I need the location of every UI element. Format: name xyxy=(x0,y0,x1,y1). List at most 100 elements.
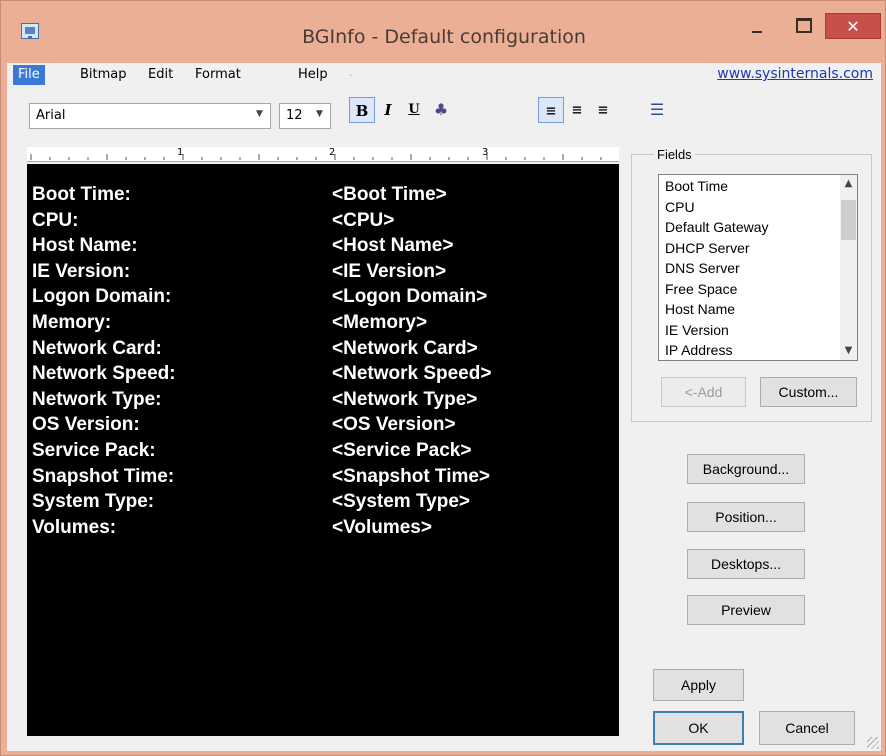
field-placeholder: <Network Card> xyxy=(332,337,478,359)
field-label: CPU: xyxy=(32,209,79,231)
field-label: Host Name: xyxy=(32,235,138,257)
background-button[interactable]: Background... xyxy=(687,454,805,484)
fields-legend: Fields xyxy=(654,147,695,162)
close-button[interactable]: ✕ xyxy=(825,13,881,39)
list-item[interactable]: DHCP Server xyxy=(665,238,750,259)
chevron-down-icon: ▼ xyxy=(256,109,263,119)
list-item[interactable]: DNS Server xyxy=(665,258,740,279)
ruler-number: 3 xyxy=(482,147,489,158)
ruler-number: 1 xyxy=(177,147,184,158)
editor-row: Boot Time: <Boot Time> xyxy=(27,183,619,206)
minimize-button[interactable] xyxy=(734,13,780,39)
fields-listbox[interactable]: IP Address IE Version Host Name Free Space D… xyxy=(658,174,858,361)
list-item[interactable]: Free Space xyxy=(665,279,737,300)
editor-row: Service Pack: <Service Pack> xyxy=(27,439,619,462)
field-placeholder: <Logon Domain> xyxy=(332,286,488,308)
format-toolbar: Arial ▼ 12 ▼ B I U ♣ ≡ ≡ ≡ ☰ xyxy=(7,87,881,139)
cancel-button[interactable]: Cancel xyxy=(759,711,855,745)
editor-row: Volumes: <Volumes> xyxy=(27,516,619,539)
position-button[interactable]: Position... xyxy=(687,502,805,532)
ok-button[interactable]: OK xyxy=(653,711,744,745)
editor-row: OS Version: <OS Version> xyxy=(27,413,619,436)
field-placeholder: <Service Pack> xyxy=(332,440,472,461)
align-right-button[interactable]: ≡ xyxy=(590,97,616,123)
field-label: Network Card: xyxy=(32,337,162,359)
bginfo-window: BGInfo - Default configuration ✕ File Bi… xyxy=(0,0,886,756)
field-label: Network Speed: xyxy=(32,363,176,385)
editor-row: Network Card: <Network Card> xyxy=(27,337,619,360)
menu-bar: File Bitmap Edit Format Help · www.sysin… xyxy=(7,63,881,87)
fields-scrollbar[interactable]: ▲ ▼ xyxy=(840,175,857,360)
title-bar[interactable]: BGInfo - Default configuration ✕ xyxy=(1,1,886,63)
scroll-up-icon[interactable]: ▲ xyxy=(840,175,857,193)
list-item[interactable]: IE Version xyxy=(665,320,729,341)
editor-row: IE Version: <IE Version> xyxy=(27,260,619,283)
menu-file[interactable]: File xyxy=(13,65,45,85)
field-placeholder: <Snapshot Time> xyxy=(332,465,491,487)
editor-row: Network Speed: <Network Speed> xyxy=(27,362,619,385)
editor-row: Logon Domain: <Logon Domain> xyxy=(27,285,619,308)
menu-bitmap[interactable]: Bitmap xyxy=(75,65,132,85)
field-label: Network Type: xyxy=(32,388,162,410)
client-area: File Bitmap Edit Format Help · www.sysin… xyxy=(7,63,881,751)
list-item[interactable]: Default Gateway xyxy=(665,217,769,238)
field-placeholder: <Memory> xyxy=(332,312,428,333)
scroll-thumb[interactable] xyxy=(841,200,856,240)
menu-edit[interactable]: Edit xyxy=(143,65,178,85)
menu-help[interactable]: Help xyxy=(293,65,333,85)
field-placeholder: <Network Type> xyxy=(332,388,478,410)
list-item[interactable]: IP Address xyxy=(665,340,732,360)
editor-row: Memory: <Memory> xyxy=(27,311,619,334)
ruler-ticks xyxy=(30,154,602,160)
resize-grip[interactable] xyxy=(867,737,879,749)
ruler: 1 2 3 xyxy=(27,147,619,162)
text-color-icon[interactable]: ♣ xyxy=(428,97,454,123)
apply-button[interactable]: Apply xyxy=(653,669,744,701)
editor-row: System Type: <System Type> xyxy=(27,490,619,513)
align-left-button[interactable]: ≡ xyxy=(538,97,564,123)
custom-field-button[interactable]: Custom... xyxy=(760,377,857,407)
editor-row: Network Type: <Network Type> xyxy=(27,388,619,411)
field-label: Boot Time: xyxy=(32,184,131,205)
field-placeholder: <IE Version> xyxy=(332,260,447,282)
field-label: System Type: xyxy=(32,491,155,513)
list-item[interactable]: CPU xyxy=(665,197,695,218)
field-label: Volumes: xyxy=(32,516,117,538)
align-center-button[interactable]: ≡ xyxy=(564,97,590,123)
underline-button[interactable]: U xyxy=(401,97,427,123)
field-placeholder: <Network Speed> xyxy=(332,363,492,385)
sysinternals-link[interactable]: www.sysinternals.com xyxy=(717,66,873,82)
field-placeholder: <OS Version> xyxy=(332,414,456,436)
scroll-down-icon[interactable]: ▼ xyxy=(840,342,857,360)
field-placeholder: <Boot Time> xyxy=(332,184,447,205)
chevron-down-icon: ▼ xyxy=(316,109,323,119)
italic-button[interactable]: I xyxy=(375,97,401,123)
menu-separator: · xyxy=(349,71,353,82)
field-label: Logon Domain: xyxy=(32,286,172,308)
layout-editor[interactable]: Boot Time: <Boot Time> CPU: <CPU> Host Name:… xyxy=(27,164,619,736)
font-value: Arial xyxy=(36,108,66,123)
ruler-number: 2 xyxy=(329,147,336,158)
field-placeholder: <System Type> xyxy=(332,491,471,513)
field-label: Memory: xyxy=(32,312,112,333)
preview-button[interactable]: Preview xyxy=(687,595,805,625)
editor-row: Snapshot Time: <Snapshot Time> xyxy=(27,465,619,488)
field-label: IE Version: xyxy=(32,260,131,282)
font-select[interactable]: Arial ▼ xyxy=(29,103,271,129)
field-placeholder: <Host Name> xyxy=(332,235,454,257)
field-label: Service Pack: xyxy=(32,440,156,461)
bullet-list-button[interactable]: ☰ xyxy=(644,97,670,123)
desktops-button[interactable]: Desktops... xyxy=(687,549,805,579)
menu-format[interactable]: Format xyxy=(190,65,246,85)
editor-row: Host Name: <Host Name> xyxy=(27,234,619,257)
bold-button[interactable]: B xyxy=(349,97,375,123)
field-placeholder: <Volumes> xyxy=(332,516,432,538)
editor-row: CPU: <CPU> xyxy=(27,209,619,232)
font-size-select[interactable]: 12 ▼ xyxy=(279,103,331,129)
list-item[interactable]: Host Name xyxy=(665,299,735,320)
font-size-value: 12 xyxy=(286,108,303,123)
list-item[interactable]: Boot Time xyxy=(665,176,728,197)
field-placeholder: <CPU> xyxy=(332,209,395,231)
add-field-button[interactable]: <-Add xyxy=(661,377,746,407)
maximize-button[interactable] xyxy=(781,13,824,39)
